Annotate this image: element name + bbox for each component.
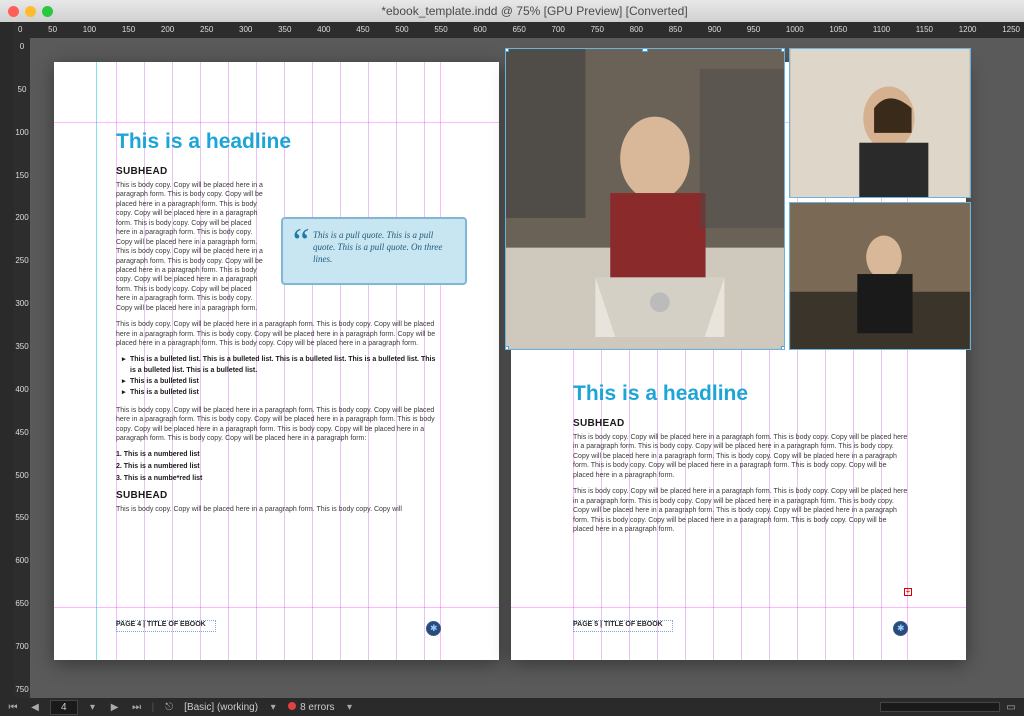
chevron-down-icon[interactable]: ▾ (266, 702, 280, 713)
list-item: 3. This is a numbe*red list (116, 475, 441, 482)
list-item: 1. This is a numbered list (116, 451, 441, 458)
page-5[interactable]: This is a headline SUBHEAD This is body … (511, 62, 966, 660)
pull-quote-text: This is a pull quote. This is a pull quo… (313, 230, 442, 264)
image-frame-bottom-right[interactable] (789, 202, 971, 350)
overset-indicator-icon[interactable]: + (904, 588, 912, 596)
headline: This is a headline (116, 130, 441, 154)
list-item: This is a bulleted list (122, 388, 441, 399)
status-bar: ⏮ ◀ 4 ▾ ▶ ⏭ | ⎋ [Basic] (working) ▾ 8 er… (0, 698, 1024, 716)
ruler-vertical[interactable]: 0501001502002503003504004505005506006507… (14, 38, 30, 698)
ruler-horizontal[interactable]: 0501001502002503003504004505005506006507… (14, 22, 1024, 38)
list-item: This is a bulleted list. This is a bulle… (122, 355, 441, 377)
list-item: 2. This is a numbered list (116, 463, 441, 470)
preflight-errors[interactable]: 8 errors (288, 702, 334, 713)
open-panel-icon[interactable]: ⎋ (162, 702, 176, 713)
body-text: This is body copy. Copy will be placed h… (116, 505, 441, 514)
footer-badge-icon[interactable] (426, 621, 441, 636)
last-page-button[interactable]: ⏭ (130, 702, 144, 713)
page-spread: This is a headline SUBHEAD This is body … (54, 62, 966, 660)
page-number-field[interactable]: 4 (50, 700, 78, 715)
subhead: SUBHEAD (116, 490, 441, 501)
page-footer: PAGE 4 | TITLE OF EBOOK (116, 621, 206, 628)
minimize-icon[interactable] (25, 6, 36, 17)
view-mode-icon[interactable]: ▭ (1004, 702, 1018, 713)
body-text: This is body copy. Copy will be placed h… (573, 433, 908, 480)
bulleted-list: This is a bulleted list. This is a bulle… (122, 355, 441, 398)
quote-icon: “ (289, 217, 310, 268)
traffic-lights (8, 6, 53, 17)
image-frame-top-right[interactable] (789, 48, 971, 198)
page-footer: PAGE 5 | TITLE OF EBOOK (573, 621, 663, 628)
body-text: This is body copy. Copy will be placed h… (116, 406, 441, 444)
text-frame[interactable]: This is a headline SUBHEAD This is body … (116, 130, 441, 521)
page-4[interactable]: This is a headline SUBHEAD This is body … (54, 62, 499, 660)
zoom-icon[interactable] (42, 6, 53, 17)
prev-page-button[interactable]: ◀ (28, 702, 42, 713)
text-frame[interactable]: This is a headline SUBHEAD This is body … (573, 382, 908, 541)
next-page-button[interactable]: ▶ (108, 702, 122, 713)
headline: This is a headline (573, 382, 908, 406)
first-page-button[interactable]: ⏮ (6, 702, 20, 713)
body-text: This is body copy. Copy will be placed h… (116, 320, 441, 348)
footer-badge-icon[interactable] (893, 621, 908, 636)
list-item: This is a bulleted list (122, 377, 441, 388)
tool-ribbon (0, 22, 14, 698)
horizontal-scrollbar[interactable] (880, 702, 1000, 712)
numbered-list: 1. This is a numbered list 2. This is a n… (116, 451, 441, 482)
close-icon[interactable] (8, 6, 19, 17)
page-dropdown-icon[interactable]: ▾ (86, 702, 100, 713)
body-text: This is body copy. Copy will be placed h… (573, 487, 908, 534)
subhead: SUBHEAD (573, 418, 908, 429)
document-canvas[interactable]: This is a headline SUBHEAD This is body … (30, 38, 1024, 698)
pull-quote[interactable]: “ This is a pull quote. This is a pull q… (281, 217, 467, 285)
preflight-profile[interactable]: [Basic] (working) (184, 702, 258, 713)
error-dot-icon (288, 702, 296, 710)
body-text: This is body copy. Copy will be placed h… (116, 181, 266, 313)
window-title: *ebook_template.indd @ 75% [GPU Preview]… (381, 4, 687, 18)
mac-titlebar: *ebook_template.indd @ 75% [GPU Preview]… (0, 0, 1024, 22)
image-frame-main[interactable] (505, 48, 785, 350)
subhead: SUBHEAD (116, 166, 441, 177)
chevron-down-icon[interactable]: ▾ (343, 702, 357, 713)
